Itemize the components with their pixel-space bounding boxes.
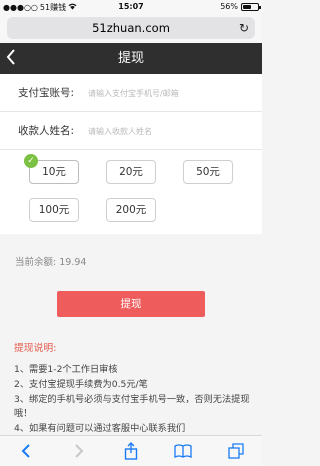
amount-label: 200元 [115,204,147,216]
alipay-account-input[interactable] [88,83,253,103]
url-field[interactable]: 51zhuan.com ↻ [7,17,255,39]
alipay-account-row: 支付宝账号: [0,74,262,112]
payee-name-input[interactable] [88,121,253,141]
amount-option-100[interactable]: 100元 [29,198,79,222]
amount-option-200[interactable]: 200元 [106,198,156,222]
amount-option-50[interactable]: 50元 [183,160,233,184]
amount-option-20[interactable]: 20元 [106,160,156,184]
amount-options: ✓ 10元 20元 50元 100元 200元 [0,150,262,234]
withdraw-submit-button[interactable]: 提现 [57,291,205,317]
reload-icon[interactable]: ↻ [239,17,249,39]
tabs-icon[interactable] [225,440,247,462]
note-item: 4、如果有问题可以通过客服中心联系我们 [14,423,186,434]
share-icon[interactable] [120,440,142,462]
withdraw-form: 支付宝账号: 收款人姓名: [0,74,262,150]
note-item: 3、绑定的手机号必须与支付宝手机号一致，否则无法提现哦！ [14,394,250,419]
status-bar: ●●●○○ 51赚钱 15:07 56% [0,0,262,14]
amount-label: 100元 [38,204,70,216]
forward-arrow-icon[interactable] [68,440,90,462]
amount-option-10[interactable]: ✓ 10元 [24,154,79,184]
back-arrow-icon[interactable] [15,440,37,462]
balance-label: 当前余额: [15,257,57,268]
amount-label: 50元 [196,166,220,178]
bookmarks-icon[interactable] [172,440,194,462]
alipay-account-label: 支付宝账号: [18,87,75,99]
note-item: 1、需要1-2个工作日审核 [14,364,118,375]
withdraw-notes: 提现说明: 1、需要1-2个工作日审核 2、支付宝提现手续费为0.5元/笔 3、… [14,340,252,437]
status-right: 56% [220,2,261,11]
battery-fill [243,4,251,9]
page-header: 提现 [0,43,262,74]
page-title: 提现 [117,51,144,66]
notes-title: 提现说明: [14,343,57,354]
check-icon: ✓ [24,154,38,168]
battery-icon [241,2,261,11]
amount-label: 10元 [42,166,66,178]
url-text: 51zhuan.com [92,21,170,35]
note-item: 2、支付宝提现手续费为0.5元/笔 [14,379,148,390]
browser-url-bar: 51zhuan.com ↻ [0,14,262,43]
payee-name-label: 收款人姓名: [18,125,75,137]
balance-value: 19.94 [59,257,87,268]
browser-toolbar [0,435,262,466]
battery-percent: 56% [220,2,238,11]
current-balance: 当前余额: 19.94 [15,254,86,268]
amount-label: 20元 [119,166,143,178]
payee-name-row: 收款人姓名: [0,112,262,150]
